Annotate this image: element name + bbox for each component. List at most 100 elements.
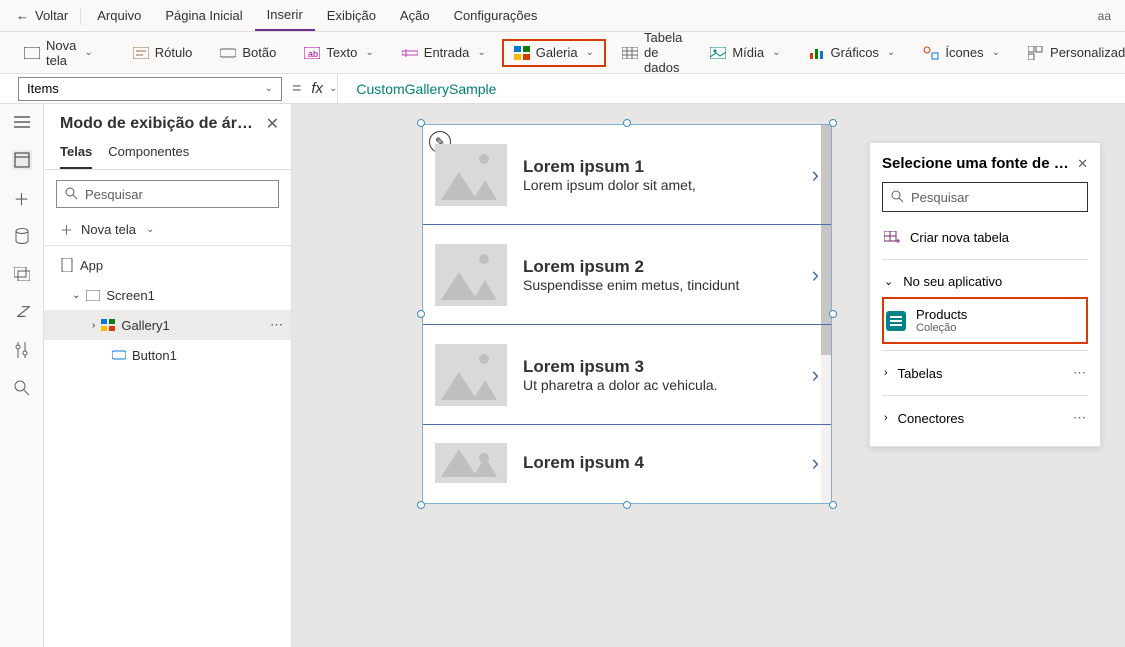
item-title: Lorem ipsum 3 <box>523 357 718 377</box>
ribbon-graficos[interactable]: Gráficos⌄ <box>797 39 908 67</box>
chevron-right-icon: › <box>884 412 888 424</box>
chevron-down-icon: ⌄ <box>146 224 154 235</box>
image-placeholder-icon <box>435 144 507 206</box>
chevron-down-icon: ⌄ <box>992 47 1000 58</box>
equals-label: = <box>282 80 311 98</box>
tree-node-gallery1[interactable]: › Gallery1 ⋯ <box>44 310 291 340</box>
ribbon-texto[interactable]: abTexto⌄ <box>292 39 385 67</box>
item-subtitle: Ut pharetra a dolor ac vehicula. <box>523 377 718 393</box>
image-placeholder-icon <box>435 244 507 306</box>
rail-add-icon[interactable]: ＋ <box>12 188 32 208</box>
chevron-right-icon[interactable]: › <box>812 162 819 188</box>
ribbon-botao[interactable]: Botão <box>208 39 288 67</box>
chevron-down-icon: ⌄ <box>477 47 485 58</box>
chevron-right-icon: › <box>92 320 95 331</box>
ds-item-type: Coleção <box>916 322 967 334</box>
image-placeholder-icon <box>435 344 507 406</box>
tab-telas[interactable]: Telas <box>60 144 92 169</box>
svg-text:ab: ab <box>308 49 318 59</box>
menu-inserir[interactable]: Inserir <box>255 0 315 31</box>
ds-search-input[interactable]: Pesquisar <box>882 182 1088 212</box>
item-subtitle: Suspendisse enim metus, tincidunt <box>523 277 739 293</box>
tree-node-app[interactable]: App <box>44 250 291 280</box>
gallery-item[interactable]: Lorem ipsum 3Ut pharetra a dolor ac vehi… <box>423 325 831 425</box>
gallery-item[interactable]: Lorem ipsum 2Suspendisse enim metus, tin… <box>423 225 831 325</box>
collection-icon <box>886 311 906 331</box>
ds-in-app-section[interactable]: ⌄ No seu aplicativo <box>882 266 1088 297</box>
chart-icon <box>809 45 825 61</box>
chevron-down-icon[interactable]: ⌄ <box>329 83 337 94</box>
ribbon-personalizado[interactable]: Personalizado⌄ <box>1016 39 1125 67</box>
screen-icon <box>24 45 40 61</box>
rail-tree-icon[interactable] <box>12 150 32 170</box>
chevron-right-icon[interactable]: › <box>812 362 819 388</box>
chevron-down-icon: ⌄ <box>72 290 80 301</box>
ribbon-tabela-de-dados[interactable]: Tabela de dados <box>610 24 694 81</box>
rail-hamburger-icon[interactable] <box>12 112 32 132</box>
tree-search-input[interactable]: Pesquisar <box>56 180 279 208</box>
menu-acao[interactable]: Ação <box>388 0 442 31</box>
back-label: Voltar <box>35 8 68 23</box>
chevron-right-icon[interactable]: › <box>812 450 819 476</box>
tree-node-screen1[interactable]: ⌄ Screen1 <box>44 280 291 310</box>
search-icon <box>65 187 79 201</box>
table-plus-icon <box>884 231 900 245</box>
rail-media-icon[interactable] <box>12 264 32 284</box>
chevron-down-icon: ⌄ <box>84 47 92 58</box>
item-title: Lorem ipsum 2 <box>523 257 739 277</box>
formula-input[interactable]: CustomGallerySample <box>337 74 1125 103</box>
property-selector[interactable]: Items ⌄ <box>18 77 282 101</box>
text-icon: ab <box>304 45 320 61</box>
menu-exibicao[interactable]: Exibição <box>315 0 388 31</box>
ds-item-products[interactable]: Products Coleção <box>882 297 1088 344</box>
close-icon[interactable]: ✕ <box>266 114 279 134</box>
ribbon-entrada[interactable]: Entrada⌄ <box>390 39 498 67</box>
more-icon[interactable]: ⋯ <box>270 317 283 333</box>
ds-tables-section[interactable]: ›Tabelas ⋯ <box>882 357 1088 389</box>
chevron-down-icon: ⌄ <box>887 47 895 58</box>
label-icon <box>133 45 149 61</box>
ribbon-galeria[interactable]: Galeria⌄ <box>502 39 606 67</box>
rail-advanced-icon[interactable] <box>12 340 32 360</box>
tree-title: Modo de exibição de ár… <box>60 115 253 133</box>
icons-icon <box>923 45 939 61</box>
media-icon <box>710 45 726 61</box>
menu-configuracoes[interactable]: Configurações <box>442 0 550 31</box>
chevron-right-icon: › <box>884 367 888 379</box>
chevron-right-icon[interactable]: › <box>812 262 819 288</box>
menu-pagina-inicial[interactable]: Página Inicial <box>153 0 254 31</box>
datasource-panel: Selecione uma fonte de … ✕ Pesquisar Cri… <box>869 142 1101 447</box>
ds-item-name: Products <box>916 307 967 322</box>
tree-node-button1[interactable]: Button1 <box>44 340 291 370</box>
back-arrow-icon: ← <box>16 8 29 23</box>
rail-variables-icon[interactable]: 𝛧 <box>12 302 32 322</box>
chevron-down-icon: ⌄ <box>265 83 273 94</box>
plus-icon: ＋ <box>60 220 73 239</box>
gallery-item[interactable]: Lorem ipsum 1Lorem ipsum dolor sit amet,… <box>423 125 831 225</box>
close-icon[interactable]: ✕ <box>1077 156 1088 172</box>
new-screen-button[interactable]: ＋ Nova tela ⌄ <box>44 214 291 245</box>
tab-componentes[interactable]: Componentes <box>108 144 189 169</box>
rail-data-icon[interactable] <box>12 226 32 246</box>
canvas-gallery[interactable]: ✎ Lorem ipsum 1Lorem ipsum dolor sit ame… <box>422 124 832 504</box>
item-title: Lorem ipsum 1 <box>523 157 696 177</box>
ds-connectors-section[interactable]: ›Conectores ⋯ <box>882 402 1088 434</box>
ds-create-table[interactable]: Criar nova tabela <box>882 222 1088 253</box>
back-button[interactable]: ← Voltar <box>8 8 76 23</box>
user-label: aa <box>1098 9 1117 23</box>
menu-arquivo[interactable]: Arquivo <box>85 0 153 31</box>
button-icon <box>112 350 126 360</box>
more-icon[interactable]: ⋯ <box>1073 410 1086 426</box>
ribbon-nova-tela[interactable]: Nova tela⌄ <box>12 32 105 74</box>
search-icon <box>891 190 905 204</box>
button-icon <box>220 45 236 61</box>
custom-icon <box>1028 45 1044 61</box>
more-icon[interactable]: ⋯ <box>1073 365 1086 381</box>
ds-title: Selecione uma fonte de … <box>882 155 1069 172</box>
rail-search-icon[interactable] <box>12 378 32 398</box>
chevron-down-icon: ⌄ <box>365 47 373 58</box>
ribbon-rotulo[interactable]: Rótulo <box>121 39 205 67</box>
gallery-item[interactable]: Lorem ipsum 4 › <box>423 425 831 501</box>
ribbon-midia[interactable]: Mídia⌄ <box>698 39 792 67</box>
ribbon-icones[interactable]: Ícones⌄ <box>911 39 1012 67</box>
